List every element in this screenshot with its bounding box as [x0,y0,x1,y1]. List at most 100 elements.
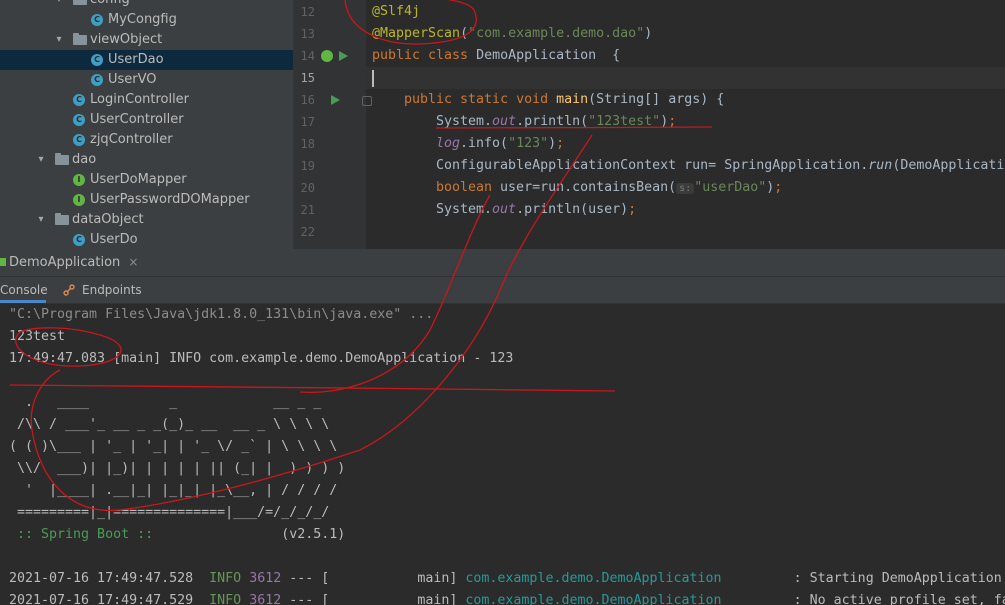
tree-item-uservo[interactable]: C UserVO [0,70,293,90]
log-level: INFO [209,571,242,586]
banner-line: ( ( )\___ | '_ | '_| | '_ \/ _` | \ \ \ … [9,439,338,454]
tree-item-dao[interactable]: ▾ dao [0,150,293,170]
class-icon: C [91,14,103,26]
chevron-down-icon[interactable]: ▾ [36,210,46,230]
spring-bean-icon[interactable] [321,50,333,62]
tree-item-config[interactable]: ▾ config [0,0,293,10]
tree-item-label: dataObject [72,212,144,227]
log-pid: 3612 [249,571,282,586]
tree-item-userpassworddomapper[interactable]: I UserPasswordDOMapper [0,190,293,210]
class-icon: C [73,234,85,246]
spring-boot-version-line: :: Spring Boot :: (v2.5.1) [9,524,345,546]
line-number: 20 [300,181,315,195]
keyword: public class [372,48,477,63]
log-separator: --- [289,593,314,605]
line-number: 17 [300,115,315,129]
tree-item-label: MyCongfig [108,12,177,27]
code-token: ( [460,26,469,41]
endpoints-icon [63,284,75,296]
run-config-icon [0,258,6,266]
console-output[interactable]: "C:\Program Files\Java\jdk1.8.0_131\bin\… [0,304,1005,605]
code-line-21: System.out.println(user); [436,199,636,221]
class-icon: C [91,74,103,86]
console-command-line: "C:\Program Files\Java\jdk1.8.0_131\bin\… [9,307,434,322]
annotation-mapperscan: @MapperScan [372,26,461,41]
code-token: System. [436,202,493,217]
tab-console[interactable]: Console [0,277,48,303]
line-number: 19 [300,159,315,173]
interface-icon: I [73,174,85,186]
line-number: 18 [300,137,315,151]
log-timestamp: 2021-07-16 17:49:47.528 [9,571,194,586]
static-field: out [492,114,517,129]
tree-item-dataobject[interactable]: ▾ dataObject [0,210,293,230]
log-timestamp: 2021-07-16 17:49:47.529 [9,593,194,605]
tree-item-logincontroller[interactable]: C LoginController [0,90,293,110]
tab-endpoints[interactable]: Endpoints [82,277,142,303]
tree-item-userdao[interactable]: C UserDao [0,50,293,70]
log-thread: [ main] [321,571,458,586]
tree-item-viewobject[interactable]: ▾ viewObject [0,30,293,50]
text-caret [372,70,374,87]
run-config-tab[interactable]: DemoApplication × [0,249,146,276]
tab-label: Endpoints [82,283,142,297]
code-token: ConfigurableApplicationContext run= Spri… [436,158,869,173]
code-line-16: public static void main(String[] args) { [404,89,724,111]
semicolon: ; [556,136,565,151]
code-line-13: @MapperScan("com.example.demo.dao") [372,23,652,45]
code-token: .info( [460,136,509,151]
log-logger[interactable]: com.example.demo.DemoApplication [465,593,721,605]
run-subtabs: Console Endpoints [0,277,1005,304]
run-gutter-icon[interactable] [339,51,348,61]
folder-icon [55,213,69,225]
line-number: 22 [300,225,315,239]
code-line-18: log.info("123"); [436,133,564,155]
log-message: : No active profile set, fa [793,593,1005,605]
tree-item-label: zjqController [90,132,173,147]
banner-line: ' |____| .__|_| |_|_| |_\__, | / / / / [9,483,338,498]
line-number: 14 [300,49,315,63]
class-icon: C [73,114,85,126]
run-tool-window-header: DemoApplication × [0,249,1005,277]
run-tab-label: DemoApplication [9,255,121,270]
parameter-hint: s: [676,183,695,194]
log-message: : Starting DemoApplication [793,571,1002,586]
banner-line: /\\ / ___'_ __ _ _(_)_ __ __ _ \ \ \ \ [9,417,330,432]
log-logger[interactable]: com.example.demo.DemoApplication [465,571,721,586]
line-number: 21 [300,203,315,217]
editor-gutter[interactable]: 12 13 14 15 16 17 18 19 20 21 22 [293,0,372,249]
code-line-14: public class DemoApplication { [372,45,620,67]
tree-item-userdo[interactable]: C UserDo [0,230,293,249]
tree-item-label: UserPasswordDOMapper [90,192,250,207]
folder-icon [73,0,87,5]
code-editor[interactable]: 12 13 14 15 16 17 18 19 20 21 22 @Slf4j … [293,0,1005,249]
semicolon: ; [628,202,637,217]
fold-marker-icon[interactable] [362,96,372,106]
class-name: DemoApplication { [476,48,621,63]
line-number: 12 [300,5,315,19]
string-literal: "userDao" [694,180,767,195]
code-token: System. [436,114,493,129]
code-line-19: ConfigurableApplicationContext run= Spri… [436,155,1004,177]
tree-item-mycongfig[interactable]: C MyCongfig [0,10,293,30]
tab-label: Console [0,283,48,297]
banner-line: =========|_|==============|___/=/_/_/_/ [9,505,330,520]
string-literal: "123test" [588,114,661,129]
project-tree[interactable]: ▾ config C MyCongfig ▾ viewObject C User… [0,0,293,249]
chevron-down-icon[interactable]: ▾ [54,0,64,10]
console-line: 123test [9,329,66,344]
class-icon: C [73,134,85,146]
tree-item-usercontroller[interactable]: C UserController [0,110,293,130]
keyword: public static void [404,92,557,107]
chevron-down-icon[interactable]: ▾ [36,150,46,170]
semicolon: ; [774,180,783,195]
close-icon[interactable]: × [128,255,138,269]
run-gutter-icon[interactable] [331,95,340,105]
code-line-20: boolean user=run.containsBean(s: "userDao… [436,177,782,199]
tree-item-userdomapper[interactable]: I UserDoMapper [0,170,293,190]
tree-item-zjqcontroller[interactable]: C zjqController [0,130,293,150]
tree-item-label: dao [72,152,97,167]
console-line: 17:49:47.083 [main] INFO com.example.dem… [9,351,514,366]
chevron-down-icon[interactable]: ▾ [54,30,64,50]
static-field: log [436,136,461,151]
